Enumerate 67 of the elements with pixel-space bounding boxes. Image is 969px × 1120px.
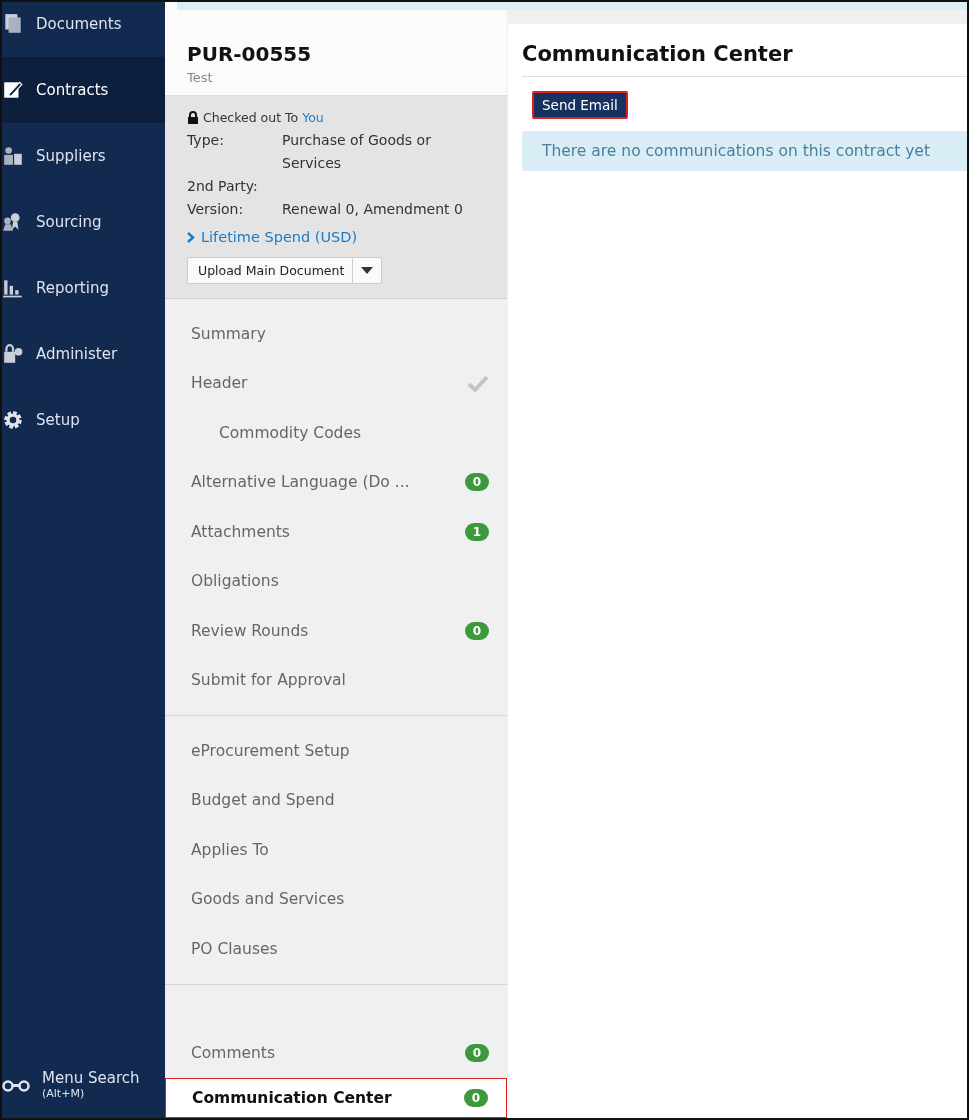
section-label: PO Clauses: [191, 939, 278, 958]
nav-item[interactable]: Reporting: [2, 255, 165, 321]
caret-icon: [361, 267, 374, 274]
section-label: Obligations: [191, 572, 279, 591]
field-label: 2nd Party:: [187, 177, 259, 196]
field-value: Renewal 0, Amendment 0: [282, 200, 464, 219]
field-label: Type:: [187, 131, 225, 150]
chevron-icon: [187, 231, 195, 243]
section-nav-item[interactable]: Header: [165, 358, 507, 408]
send-email-button[interactable]: Send Email: [532, 91, 628, 119]
section-nav-item[interactable]: eProcurement Setup: [165, 726, 507, 776]
section-nav-item[interactable]: PO Clauses: [165, 924, 507, 974]
empty-message: There are no communications on this contract yet: [522, 131, 967, 171]
nav-item[interactable]: Setup: [2, 387, 165, 453]
count-badge: 0: [464, 621, 489, 640]
checkout-status: Checked out To: [203, 110, 299, 125]
documents-icon: [2, 13, 24, 35]
field-label: Version:: [187, 200, 245, 219]
section-nav-item[interactable]: Review Rounds 0: [165, 606, 507, 656]
section-label: Header: [191, 374, 248, 393]
contract-number: PUR-00555: [187, 42, 313, 66]
lifetime-spend-link[interactable]: Lifetime Spend (USD): [187, 229, 485, 245]
section-nav-item[interactable]: Obligations: [165, 556, 507, 606]
count-badge: 0: [463, 1089, 488, 1107]
settings-icon: [2, 409, 24, 431]
contract-name: Test: [187, 70, 214, 85]
section-label: Submit for Approval: [191, 671, 346, 690]
section-nav-item[interactable]: Communication Center 0: [165, 1078, 507, 1118]
section-label: Attachments: [191, 522, 290, 541]
section-nav-item[interactable]: Summary: [165, 309, 507, 359]
section-label: Commodity Codes: [219, 423, 362, 442]
count-badge: 0: [464, 1044, 489, 1063]
section-label: Review Rounds: [191, 621, 309, 640]
section-nav-item[interactable]: Applies To: [165, 825, 507, 875]
section-label: Summary: [191, 324, 266, 343]
section-nav-item[interactable]: Budget and Spend: [165, 775, 507, 825]
pencil-paper-icon: [2, 79, 24, 101]
count-badge: 1: [464, 522, 489, 541]
section-nav-item[interactable]: Alternative Language (Do ... 0: [165, 457, 507, 507]
section-label: Comments: [191, 1044, 276, 1063]
section-label: Alternative Language (Do ...: [191, 473, 410, 492]
nav-item[interactable]: Administer: [2, 321, 165, 387]
nav-item[interactable]: Sourcing: [2, 189, 165, 255]
section-label: Communication Center: [192, 1089, 392, 1107]
nav-item[interactable]: Suppliers: [2, 123, 165, 189]
field-value: Purchase of Goods or Services: [282, 131, 432, 173]
upload-button[interactable]: Upload Main Document: [188, 258, 354, 283]
nav-item[interactable]: Documents: [2, 2, 165, 57]
menu-search[interactable]: Menu Search (Alt+M): [2, 1069, 165, 1118]
bar-chart-icon: [2, 277, 24, 299]
section-nav-item[interactable]: Submit for Approval: [165, 655, 507, 705]
section-nav-item[interactable]: Comments 0: [165, 1028, 507, 1078]
section-nav-item[interactable]: Goods and Services: [165, 874, 507, 924]
user-link[interactable]: You: [302, 110, 324, 125]
lock-gear-icon: [2, 343, 24, 365]
section-label: Applies To: [191, 840, 269, 859]
people-building-icon: [2, 145, 24, 167]
panel-title: Communication Center: [522, 42, 967, 77]
count-badge: 0: [464, 473, 489, 492]
section-nav-item[interactable]: Attachments 1: [165, 507, 507, 557]
binoculars-icon: [2, 1077, 32, 1092]
section-label: eProcurement Setup: [191, 741, 350, 760]
lock-icon: [187, 111, 199, 124]
nav-item[interactable]: Contracts: [2, 57, 165, 123]
section-nav-item[interactable]: Commodity Codes: [165, 408, 507, 458]
section-label: Budget and Spend: [191, 791, 335, 810]
section-label: Goods and Services: [191, 890, 345, 909]
